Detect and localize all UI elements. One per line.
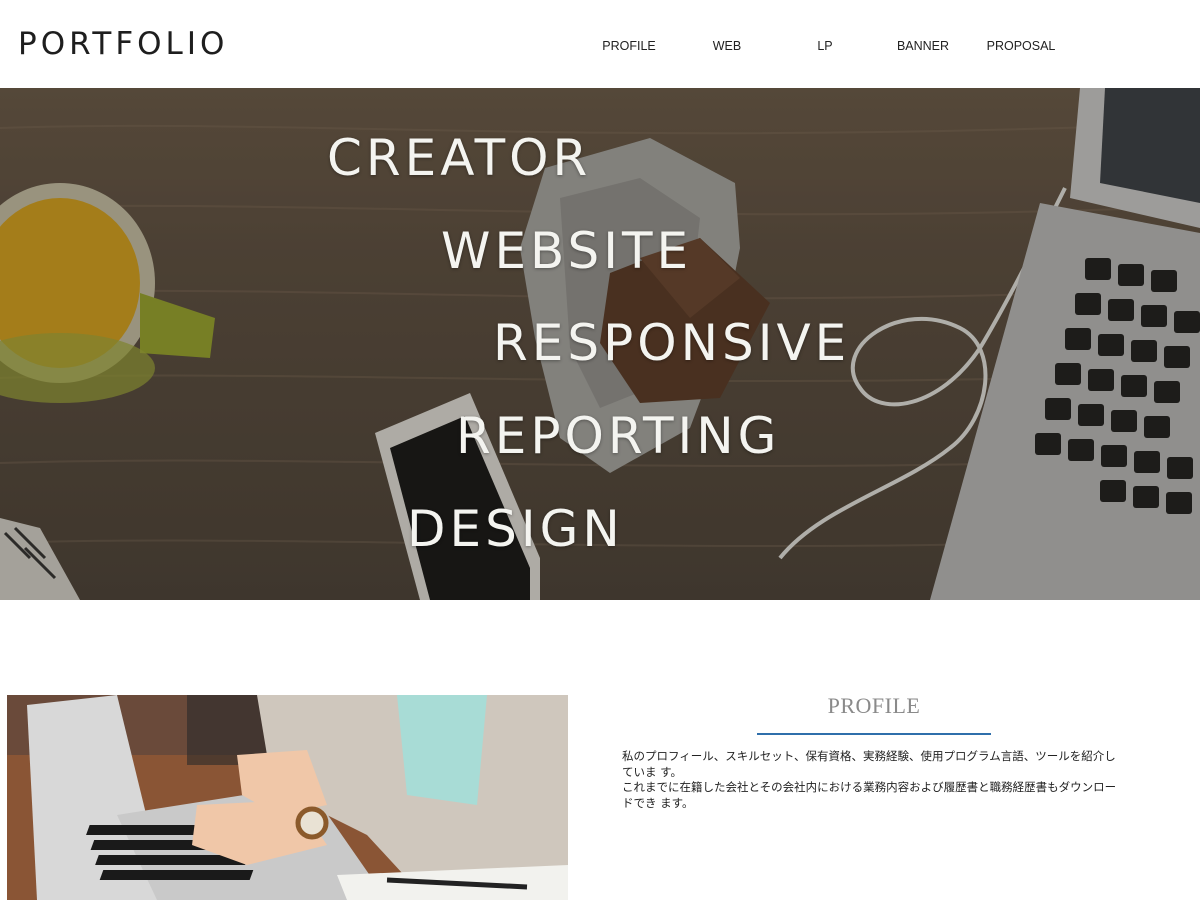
hero-word-creator: CREATOR <box>327 129 592 187</box>
hero-word-reporting: REPORTING <box>456 407 781 465</box>
profile-description-paragraph-2: これまでに在籍した会社とその会社内における業務内容および履歴書と職務経歴書もダウ… <box>622 780 1117 810</box>
hero-word-website: WEBSITE <box>441 222 693 280</box>
profile-description-paragraph-1: 私のプロフィール、スキルセット、保有資格、実務経験、使用プログラム言語、ツールを… <box>622 749 1116 779</box>
nav-link-lp[interactable]: LP <box>775 38 875 54</box>
nav-link-web[interactable]: WEB <box>677 38 777 54</box>
profile-heading-underline <box>757 733 991 735</box>
profile-photo <box>7 695 568 900</box>
main-nav: PROFILE WEB LP BANNER PROPOSAL <box>0 38 1200 54</box>
hero-word-design: DESIGN <box>407 500 624 558</box>
nav-link-profile[interactable]: PROFILE <box>579 38 679 54</box>
hero-word-responsive: RESPONSIVE <box>493 314 851 372</box>
nav-link-banner[interactable]: BANNER <box>873 38 973 54</box>
site-header: PORTFOLIO PROFILE WEB LP BANNER PROPOSAL <box>0 0 1200 88</box>
profile-heading: PROFILE <box>827 693 921 718</box>
profile-description: 私のプロフィール、スキルセット、保有資格、実務経験、使用プログラム言語、ツールを… <box>622 749 1122 811</box>
hero-banner: CREATOR WEBSITE RESPONSIVE REPORTING DES… <box>0 88 1200 600</box>
nav-link-proposal[interactable]: PROPOSAL <box>971 38 1071 54</box>
